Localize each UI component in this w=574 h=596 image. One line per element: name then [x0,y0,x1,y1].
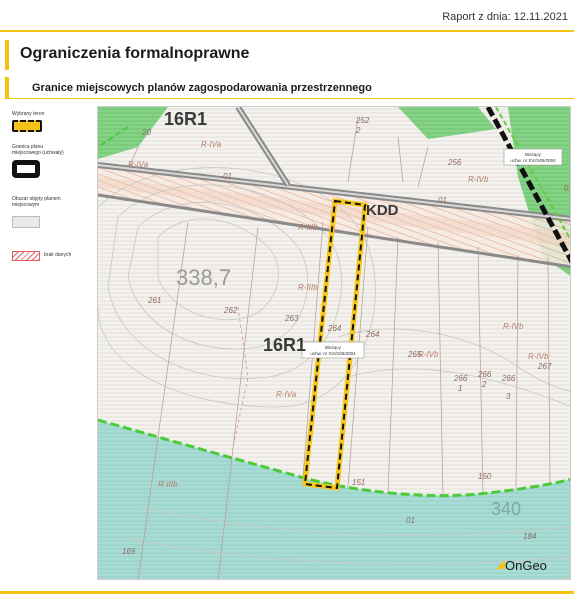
parcel-number: 01 [223,172,232,181]
parcel-number: 266 [477,370,492,379]
callout-top-text: uchw. nr XVI/105/2004 [510,158,556,163]
parcel-number: 264 [327,324,342,333]
parcel-number: 266 [453,374,468,383]
section-title: Ograniczenia formalnoprawne [20,45,250,62]
legend-plan-boundary: Granica planu miejscowego (uchwały) [12,144,68,178]
soil-class: R-IIIb [298,223,318,232]
soil-class: R-IIIb [298,283,318,292]
soil-class: R-IVa [128,160,149,169]
parcel-number: 169 [122,547,136,556]
parcel-number: 01 [564,184,571,193]
parcel-number: 2 [355,126,361,135]
parcel-number: 184 [523,532,537,541]
footer-divider [0,591,574,594]
legend-plan-boundary-label: Granica planu miejscowego (uchwały) [12,144,64,157]
legend-plan-area: Obszar objęty planem miejscowym [12,196,76,228]
zone-label-top: 16R1 [164,109,207,129]
parcel-number: 262 [223,306,238,315]
legend-selected-area: Wybrany teren [12,111,92,132]
header-divider [0,30,574,32]
soil-class: R-IVa [201,140,222,149]
soil-class: R-IVb [468,175,489,184]
subsection-title: Granice miejscowych planów zagospodarowa… [32,82,372,94]
parcel-number: 3 [506,392,511,401]
callout-top-title: Bieżący [525,152,542,157]
parcel-number: 265 [407,350,422,359]
elevation-label-2: 340 [491,499,521,519]
report-date: Raport z dnia: 12.11.2021 [442,11,568,23]
callout-center-title: Bieżący [325,345,342,350]
callout-top[interactable]: Bieżący uchw. nr XVI/105/2004 [503,148,563,166]
brand-name: OnGeo [505,558,547,573]
elevation-label-1: 338,7 [176,265,231,290]
selected-area-swatch [12,120,42,132]
ongeo-logo-icon [496,560,505,569]
parcel-number: 267 [537,362,552,371]
legend-selected-area-label: Wybrany teren [12,111,45,117]
parcel-number: 2 [481,380,487,389]
callout-center-text: uchw. nr XVI/106/2004 [310,351,356,356]
parcel-number: 263 [284,314,299,323]
parcel-number: 1 [458,384,462,393]
parcel-number: 252 [355,116,370,125]
subsection-header: Granice miejscowych planów zagospodarowa… [5,77,574,99]
parcel-number: 266 [501,374,516,383]
soil-class: R-IVb [503,322,524,331]
plan-map[interactable]: Bieżący uchw. nr XVI/105/2004 Bieżący uc… [97,106,571,580]
section-header: Ograniczenia formalnoprawne [5,40,574,70]
parcel-number: 261 [147,296,161,305]
plan-boundary-swatch [12,160,40,178]
soil-class: R-IVa [276,390,297,399]
parcel-number: 264 [365,330,380,339]
plan-area-swatch [12,216,40,228]
parcel-number: 151 [352,478,365,487]
callout-center[interactable]: Bieżący uchw. nr XVI/106/2004 [301,341,365,359]
soil-class: R-IVb [528,352,549,361]
parcel-number: 01 [406,516,415,525]
zone-label-road: KDD [366,202,399,219]
parcel-number: 150 [478,472,492,481]
parcel-number: 256 [447,158,462,167]
zone-label-center: 16R1 [263,335,306,355]
no-data-swatch [12,251,40,261]
soil-class: R-IIIb [158,480,178,489]
legend-no-data-label: brak danych [44,252,72,258]
legend-plan-area-label: Obszar objęty planem miejscowym [12,196,61,209]
parcel-number: 20 [141,128,151,137]
parcel-number: 01 [438,196,447,205]
